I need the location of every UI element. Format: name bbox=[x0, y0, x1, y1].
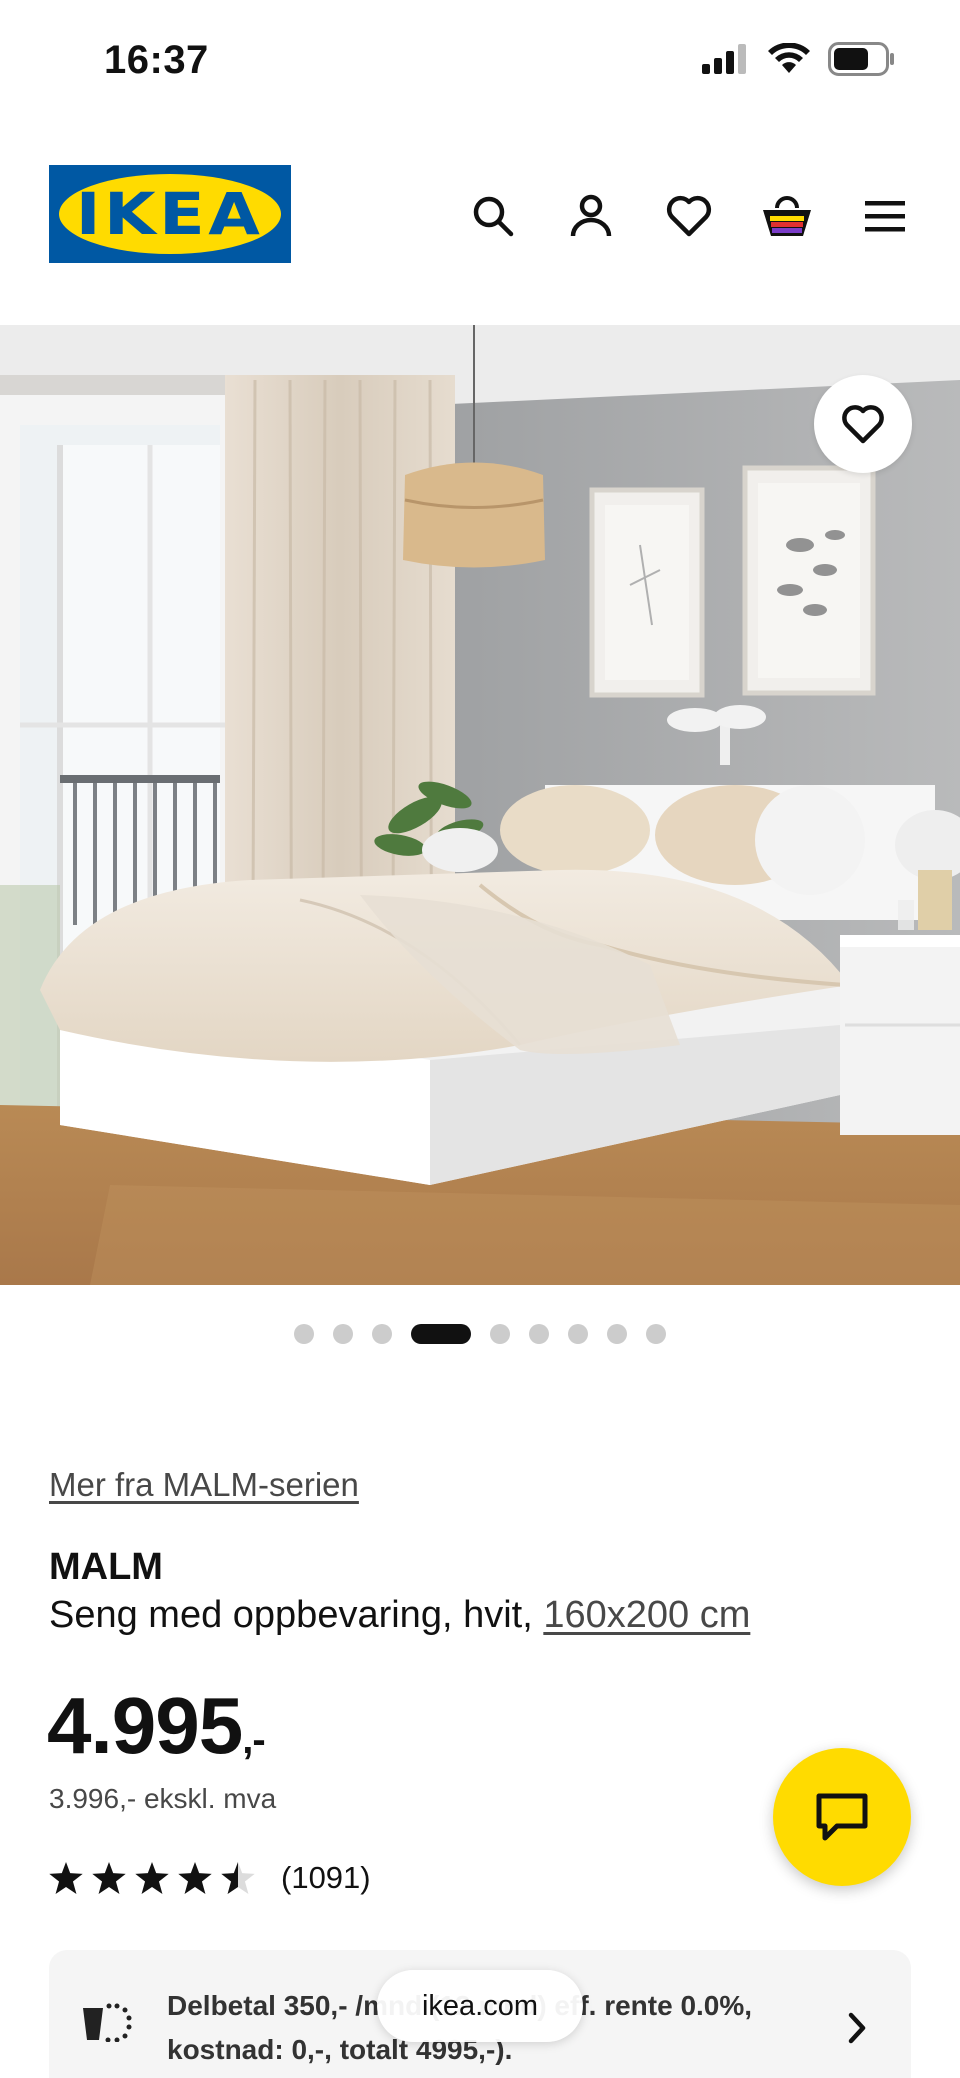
wifi-icon bbox=[768, 43, 810, 73]
product-name: MALM bbox=[49, 1546, 163, 1588]
star-half-icon bbox=[221, 1862, 255, 1894]
carousel-dot[interactable] bbox=[490, 1324, 510, 1344]
price-value: 4.995 bbox=[47, 1681, 243, 1770]
status-time: 16:37 bbox=[104, 38, 209, 82]
site-header: IKEA bbox=[0, 150, 960, 280]
carousel-dot[interactable] bbox=[607, 1324, 627, 1344]
product-image[interactable] bbox=[0, 325, 960, 1285]
carousel-dot-active[interactable] bbox=[411, 1324, 471, 1344]
heart-icon bbox=[842, 405, 884, 444]
carousel-dot[interactable] bbox=[372, 1324, 392, 1344]
bedroom-scene-image bbox=[0, 325, 960, 1285]
star-full-icon bbox=[178, 1862, 212, 1894]
browser-url-bar[interactable]: ikea.com bbox=[377, 1970, 583, 2042]
price-excluding-vat: 3.996,- ekskl. mva bbox=[49, 1783, 277, 1814]
price-suffix: ,- bbox=[242, 1718, 265, 1762]
battery-icon bbox=[828, 42, 894, 76]
star-full-icon bbox=[92, 1862, 126, 1894]
image-favorite-button[interactable] bbox=[814, 375, 912, 473]
product-rating[interactable]: (1091) bbox=[49, 1860, 371, 1896]
image-carousel-dots bbox=[0, 1324, 960, 1344]
shopping-basket-icon[interactable] bbox=[756, 185, 818, 247]
product-price: 4.995,- bbox=[47, 1680, 266, 1772]
status-bar: 16:37 bbox=[0, 0, 960, 120]
search-icon[interactable] bbox=[462, 185, 524, 247]
account-icon[interactable] bbox=[560, 185, 622, 247]
cellular-signal-icon bbox=[702, 44, 746, 74]
chat-bubble-icon bbox=[816, 1793, 868, 1841]
series-link[interactable]: Mer fra MALM-serien bbox=[49, 1466, 359, 1504]
logo-text: IKEA bbox=[76, 180, 264, 248]
product-description-text: Seng med oppbevaring, hvit, bbox=[49, 1594, 544, 1636]
chat-button[interactable] bbox=[773, 1748, 911, 1886]
star-full-icon bbox=[49, 1862, 83, 1894]
chevron-right-icon bbox=[848, 2012, 866, 2044]
header-icons bbox=[462, 185, 916, 247]
size-link[interactable]: 160x200 cm bbox=[543, 1594, 750, 1636]
menu-icon[interactable] bbox=[854, 185, 916, 247]
wishlist-heart-icon[interactable] bbox=[658, 185, 720, 247]
status-icons bbox=[702, 42, 896, 76]
carousel-dot[interactable] bbox=[568, 1324, 588, 1344]
star-full-icon bbox=[135, 1862, 169, 1894]
carousel-dot[interactable] bbox=[294, 1324, 314, 1344]
carousel-dot[interactable] bbox=[646, 1324, 666, 1344]
installment-basket-icon bbox=[83, 2003, 132, 2042]
product-description: Seng med oppbevaring, hvit, 160x200 cm bbox=[49, 1594, 750, 1637]
logo-oval: IKEA bbox=[59, 174, 281, 254]
rating-stars bbox=[49, 1862, 255, 1894]
carousel-dot[interactable] bbox=[333, 1324, 353, 1344]
ikea-logo[interactable]: IKEA bbox=[49, 165, 291, 263]
review-count: (1091) bbox=[281, 1860, 371, 1895]
carousel-dot[interactable] bbox=[529, 1324, 549, 1344]
